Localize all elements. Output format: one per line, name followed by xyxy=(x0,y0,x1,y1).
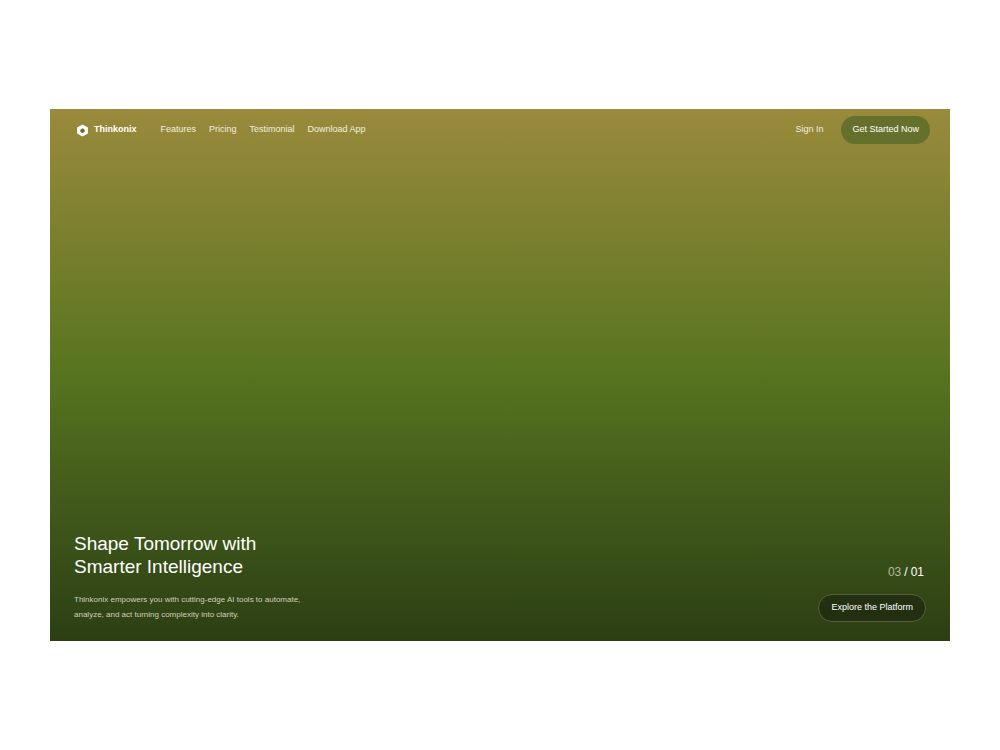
nav-link[interactable]: Pricing xyxy=(209,123,237,137)
slide-counter: 03/01 xyxy=(888,563,926,581)
logo[interactable]: Thinkonix xyxy=(76,123,137,137)
nav-bar: Thinkonix Features Pricing Testimonial Downl… xyxy=(50,109,950,144)
hero-description: Thinkonix empowers you with cutting-edge… xyxy=(74,592,300,622)
hero-card: Thinkonix Features Pricing Testimonial Downl… xyxy=(50,109,950,641)
hexagon-logo-icon xyxy=(76,124,89,137)
hero-bottom: Shape Tomorrow withSmarter Intelligence T… xyxy=(50,532,950,641)
page: Thinkonix Features Pricing Testimonial Downl… xyxy=(0,0,1000,750)
nav-link[interactable]: Download App xyxy=(308,123,366,137)
sign-in-link[interactable]: Sign In xyxy=(795,123,823,137)
nav-link[interactable]: Testimonial xyxy=(250,123,295,137)
nav-links: Features Pricing Testimonial Download App xyxy=(161,123,366,137)
get-started-button[interactable]: Get Started Now xyxy=(841,116,930,144)
hero-title: Shape Tomorrow withSmarter Intelligence xyxy=(74,532,300,578)
explore-button[interactable]: Explore the Platform xyxy=(818,594,926,622)
nav-link[interactable]: Features xyxy=(161,123,197,137)
